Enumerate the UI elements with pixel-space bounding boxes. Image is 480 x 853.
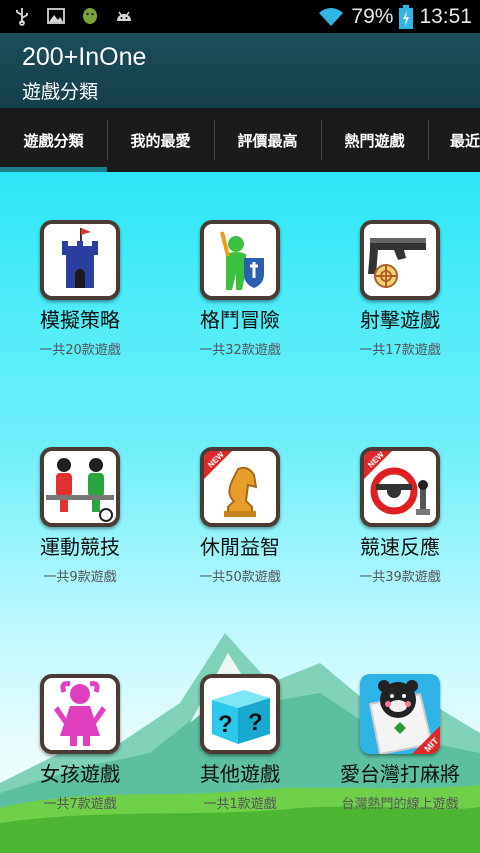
category-simulation-strategy[interactable]: 模擬策略 一共20款遊戲 (5, 220, 155, 358)
tab-top-rated[interactable]: 評價最高 (214, 108, 321, 172)
category-count: 一共32款遊戲 (199, 343, 281, 358)
android-debug-icon (117, 11, 131, 21)
page-subtitle: 遊戲分類 (22, 81, 99, 103)
category-fighting-adventure[interactable]: 格鬥冒險 一共32款遊戲 (165, 220, 315, 358)
category-count: 一共7款遊戲 (43, 797, 117, 812)
chess-knight-icon: NEW (200, 447, 280, 527)
category-name: 格鬥冒險 (200, 308, 280, 332)
category-racing-reaction[interactable]: NEW 競速反應 一共39款遊戲 (325, 447, 475, 585)
clock: 13:51 (419, 5, 472, 28)
tab-label: 評價最高 (237, 131, 298, 150)
status-bar: 79% 13:51 (0, 0, 480, 33)
tab-label: 我的最愛 (130, 131, 191, 150)
category-casual-puzzle[interactable]: NEW 休閒益智 一共50款遊戲 (165, 447, 315, 585)
girl-icon (40, 674, 120, 754)
android-icon (83, 8, 97, 24)
category-shooting[interactable]: 射擊遊戲 一共17款遊戲 (325, 220, 475, 358)
category-count: 一共17款遊戲 (359, 343, 441, 358)
tab-label: 最近 (450, 131, 480, 150)
warrior-icon (200, 220, 280, 300)
svg-text:?: ? (248, 709, 263, 736)
battery-percent: 79% (351, 5, 394, 28)
system-indicators: 79% 13:51 (317, 2, 472, 32)
app-description: 台灣熱門的線上遊戲 (341, 797, 459, 812)
category-count: 一共50款遊戲 (199, 570, 281, 585)
foosball-icon (40, 447, 120, 527)
category-name: 其他遊戲 (200, 762, 280, 786)
question-cube-icon: ? ? (200, 674, 280, 754)
notification-icons (12, 6, 134, 26)
category-count: 一共39款遊戲 (359, 570, 441, 585)
category-name: 競速反應 (360, 535, 440, 559)
tab-recent[interactable]: 最近 (428, 108, 480, 172)
category-name: 休閒益智 (200, 535, 280, 559)
wifi-icon (319, 8, 344, 26)
image-icon (47, 8, 65, 24)
action-bar: 200+InOne 遊戲分類 (0, 33, 480, 108)
tab-label: 遊戲分類 (23, 131, 84, 150)
category-girl-games[interactable]: 女孩遊戲 一共7款遊戲 (5, 674, 155, 812)
tab-bar: 遊戲分類 我的最愛 評價最高 熱門遊戲 最近 (0, 108, 480, 172)
usb-icon (16, 8, 28, 26)
category-name: 運動競技 (40, 535, 120, 559)
mahjong-bear-icon: MIT (360, 674, 440, 754)
app-title: 200+InOne (22, 43, 147, 71)
category-sports[interactable]: 運動競技 一共9款遊戲 (5, 447, 155, 585)
category-name: 射擊遊戲 (360, 308, 440, 332)
category-name: 女孩遊戲 (40, 762, 120, 786)
battery-charging-icon (399, 5, 414, 29)
category-count: 一共9款遊戲 (43, 570, 117, 585)
app-taiwan-mahjong[interactable]: MIT 愛台灣打麻將 台灣熱門的線上遊戲 (325, 674, 475, 812)
category-name: 模擬策略 (40, 308, 120, 332)
tab-popular[interactable]: 熱門遊戲 (321, 108, 428, 172)
svg-text:?: ? (218, 711, 233, 738)
category-grid: 模擬策略 一共20款遊戲 格鬥冒險 一共32款遊戲 射擊遊戲 一共17款遊戲 運… (0, 172, 480, 853)
tab-favorites[interactable]: 我的最愛 (107, 108, 214, 172)
category-count: 一共20款遊戲 (39, 343, 121, 358)
steering-wheel-icon: NEW (360, 447, 440, 527)
gun-icon (360, 220, 440, 300)
app-name: 愛台灣打麻將 (340, 762, 460, 786)
tab-label: 熱門遊戲 (344, 131, 405, 150)
category-count: 一共1款遊戲 (203, 797, 277, 812)
category-other-games[interactable]: ? ? 其他遊戲 一共1款遊戲 (165, 674, 315, 812)
tab-categories[interactable]: 遊戲分類 (0, 108, 107, 172)
castle-icon (40, 220, 120, 300)
